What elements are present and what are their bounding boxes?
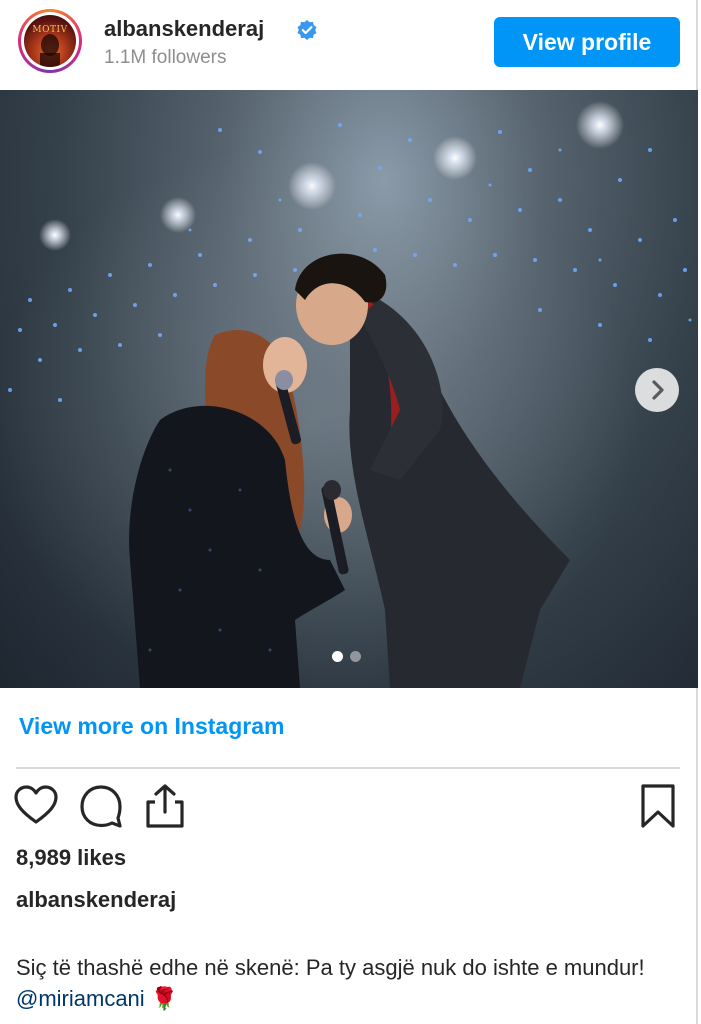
bookmark-icon bbox=[641, 784, 675, 828]
follower-count: 1.1M followers bbox=[104, 47, 227, 68]
avatar-photo: MOTIV bbox=[24, 15, 76, 67]
caption-mention[interactable]: @miriamcani bbox=[16, 986, 145, 1011]
carousel-dot bbox=[350, 651, 361, 662]
chevron-right-icon bbox=[652, 380, 664, 400]
carousel-indicator bbox=[332, 651, 368, 663]
divider bbox=[16, 767, 680, 769]
rose-emoji: 🌹 bbox=[150, 986, 179, 1011]
view-profile-button[interactable]: View profile bbox=[494, 17, 680, 67]
comment-button[interactable] bbox=[77, 782, 125, 830]
like-button[interactable] bbox=[12, 782, 60, 830]
username[interactable]: albanskenderaj bbox=[104, 16, 264, 42]
like-count[interactable]: 8,989 likes bbox=[16, 845, 126, 871]
share-icon bbox=[146, 784, 184, 828]
post-header: MOTIV albanskenderaj 1.1M followers View… bbox=[0, 0, 698, 90]
avatar[interactable]: MOTIV bbox=[18, 9, 82, 73]
verified-badge-icon bbox=[297, 20, 317, 40]
post-image[interactable] bbox=[0, 90, 698, 688]
performers-illustration bbox=[129, 253, 570, 688]
heart-icon bbox=[14, 785, 58, 824]
comment-icon bbox=[80, 785, 122, 828]
share-button[interactable] bbox=[141, 782, 189, 830]
caption-text: Siç të thashë edhe në skenë: Pa ty asgjë… bbox=[16, 955, 645, 980]
carousel-next-button[interactable] bbox=[635, 368, 679, 412]
post-caption: Siç të thashë edhe në skenë: Pa ty asgjë… bbox=[16, 952, 686, 1014]
view-more-link[interactable]: View more on Instagram bbox=[19, 713, 284, 740]
caption-username[interactable]: albanskenderaj bbox=[16, 887, 176, 913]
save-button[interactable] bbox=[634, 782, 682, 830]
carousel-dot-active bbox=[332, 651, 343, 662]
instagram-embed-card: MOTIV albanskenderaj 1.1M followers View… bbox=[0, 0, 698, 1024]
